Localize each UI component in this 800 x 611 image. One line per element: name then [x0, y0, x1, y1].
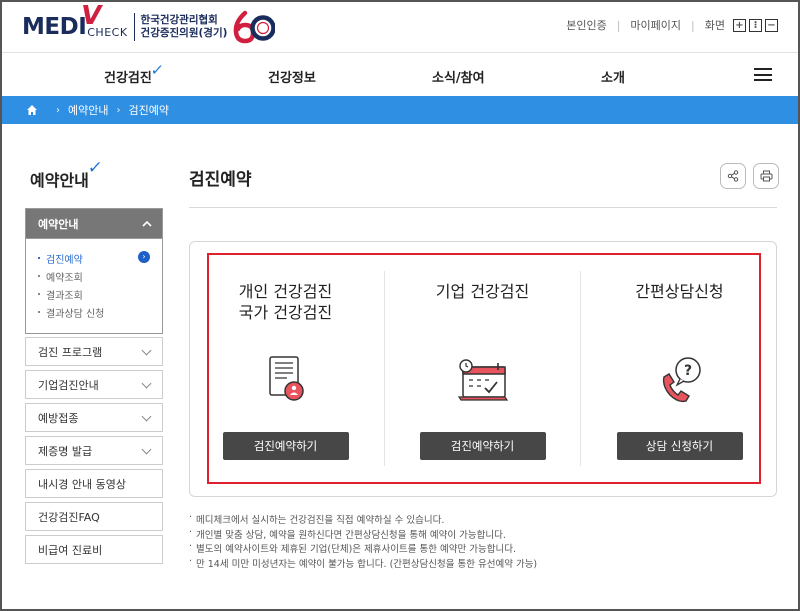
sidebar-submenu: 검진예약 › 예약조회 결과조회 결과상담 신청 — [26, 238, 162, 333]
sidebar-title: 예약안내 ✓ — [30, 158, 103, 191]
personal-reserve-button[interactable]: 검진예약하기 — [222, 432, 349, 460]
card-title-line1: 개인 건강검진 — [238, 282, 333, 301]
chevron-right-icon: › — [116, 104, 121, 116]
corporate-reserve-button[interactable]: 검진예약하기 — [419, 432, 546, 460]
chevron-down-icon — [141, 444, 152, 455]
breadcrumb-item-checkup-reservation[interactable]: 검진예약 — [128, 102, 168, 118]
logo-org-name: 한국건강관리협회 건강증진의원(경기) — [141, 14, 228, 40]
calendar-icon — [457, 359, 508, 401]
quick-consult-card: 간편상담신청 ? 상담 신청하기 — [582, 271, 777, 466]
sidebar-group-reservation: 예약안내 검진예약 › 예약조회 결과조회 결과상담 신청 — [25, 208, 163, 334]
sidebar-item-label: 비급여 진료비 — [38, 543, 103, 557]
nav-item-health-info[interactable]: 건강정보 — [268, 67, 316, 86]
sidebar-item-faq[interactable]: 건강검진FAQ — [25, 502, 163, 531]
sidebar-subitem-label: 검진예약 — [46, 255, 83, 266]
consult-request-button[interactable]: 상담 신청하기 — [616, 432, 743, 460]
utility-links: 본인인증 | 마이페이지 | 화면 + ⁝ − — [566, 17, 778, 33]
sidebar-item-label: 예방접종 — [38, 411, 79, 425]
sidebar-subitem-checkup-reservation[interactable]: 검진예약 › — [38, 251, 162, 269]
card-title-line1: 간편상담신청 — [635, 282, 724, 301]
sidebar-item-label: 내시경 안내 동영상 — [38, 477, 126, 491]
sidebar-item-checkup-program[interactable]: 검진 프로그램 — [25, 337, 163, 366]
personal-checkup-card: 개인 건강검진 국가 건강검진 검진예약하기 — [188, 271, 383, 466]
reservation-notes: 메디체크에서 실시하는 건강검진을 직접 예약하실 수 있습니다. 개인별 맞춤… — [189, 512, 537, 570]
column-divider — [580, 271, 581, 466]
mypage-link[interactable]: 마이페이지 — [630, 17, 681, 33]
sidebar-item-label: 제증명 발급 — [38, 444, 93, 458]
home-icon[interactable] — [26, 104, 38, 116]
verify-link[interactable]: 본인인증 — [566, 17, 606, 33]
sidebar-subitem-reservation-lookup[interactable]: 예약조회 — [38, 269, 162, 287]
document-user-icon — [268, 356, 304, 401]
arrow-circle-icon: › — [138, 251, 150, 263]
corporate-checkup-card: 기업 건강검진 검진예약하기 — [385, 271, 580, 466]
util-divider: | — [616, 18, 621, 32]
sidebar-item-label: 기업검진안내 — [38, 378, 99, 392]
sidebar-check-mark: ✓ — [86, 158, 104, 178]
logo-org-line1: 한국건강관리협회 — [140, 14, 218, 26]
sidebar-item-vaccination[interactable]: 예방접종 — [25, 403, 163, 432]
nav-check-mark: ✓ — [150, 61, 166, 79]
breadcrumb-item-reservation-guide[interactable]: 예약안내 — [68, 102, 108, 118]
sidebar-group-label: 예약안내 — [38, 217, 79, 231]
chevron-down-icon — [141, 345, 152, 356]
menu-icon[interactable] — [754, 68, 772, 81]
sidebar-subitem-result-consult[interactable]: 결과상담 신청 — [38, 305, 162, 323]
logo-medi-text: MEDI — [22, 14, 87, 40]
sidebar-item-endoscopy-video[interactable]: 내시경 안내 동영상 — [25, 469, 163, 498]
chevron-up-icon — [142, 220, 152, 227]
sidebar-subitem-result-lookup[interactable]: 결과조회 — [38, 287, 162, 305]
note-item: 별도의 예약사이트와 제휴된 기업(단체)은 제휴사이트를 통한 예약만 가능합… — [189, 541, 537, 556]
svg-text:?: ? — [683, 363, 691, 379]
sidebar-item-label: 검진 프로그램 — [38, 345, 103, 359]
print-icon — [760, 170, 772, 182]
share-icon — [727, 170, 739, 182]
card-title: 개인 건강검진 국가 건강검진 — [188, 281, 383, 323]
nav-item-about[interactable]: 소개 — [601, 67, 625, 86]
zoom-reset-button[interactable]: ⁝ — [749, 18, 762, 32]
zoom-in-button[interactable]: + — [733, 18, 746, 32]
screen-size-label: 화면 — [704, 19, 725, 32]
top-header: MEDI V CHECK 한국건강관리협회 건강증진의원(경기) 본인인증 | … — [0, 0, 800, 53]
chevron-right-icon: › — [56, 104, 60, 116]
zoom-out-button[interactable]: − — [765, 18, 778, 32]
sidebar-item-corporate-checkup[interactable]: 기업검진안내 — [25, 370, 163, 399]
sidebar-item-label: 건강검진FAQ — [38, 510, 100, 524]
card-title-line2: 국가 건강검진 — [238, 303, 333, 322]
share-button[interactable] — [720, 163, 746, 189]
title-divider — [189, 207, 777, 208]
main-nav: 건강검진 ✓ 건강정보 소식/참여 소개 — [0, 54, 800, 96]
phone-question-icon: ? — [662, 357, 701, 403]
card-title: 기업 건강검진 — [385, 281, 580, 302]
page-title: 검진예약 — [189, 170, 252, 190]
note-item: 메디체크에서 실시하는 건강검진을 직접 예약하실 수 있습니다. — [189, 512, 537, 527]
nav-item-news[interactable]: 소식/참여 — [432, 67, 485, 86]
card-title: 간편상담신청 — [582, 281, 777, 302]
note-item: 개인별 맞춤 상담, 예약을 원하신다면 간편상담신청을 통해 예약이 가능합니… — [189, 527, 537, 542]
nav-item-label: 건강검진 — [104, 71, 152, 86]
chevron-down-icon — [141, 378, 152, 389]
anniversary-60-emblem — [234, 10, 276, 44]
note-item: 만 14세 미만 미성년자는 예약이 불가능 합니다. (간편상담신청을 통한 … — [189, 556, 537, 571]
util-divider: | — [691, 18, 695, 32]
card-title-line1: 기업 건강검진 — [435, 282, 530, 301]
chevron-down-icon — [141, 411, 152, 422]
sidebar-title-text: 예약안내 — [30, 171, 89, 190]
sidebar-item-non-covered-fees[interactable]: 비급여 진료비 — [25, 535, 163, 564]
logo-divider — [133, 13, 135, 41]
site-logo[interactable]: MEDI V CHECK 한국건강관리협회 건강증진의원(경기) — [22, 1, 276, 44]
sidebar-group-header[interactable]: 예약안내 — [26, 209, 162, 238]
print-button[interactable] — [753, 163, 779, 189]
sidebar-item-certificate[interactable]: 제증명 발급 — [25, 436, 163, 465]
breadcrumb: › 예약안내 › 검진예약 — [0, 96, 800, 124]
nav-item-health-checkup[interactable]: 건강검진 ✓ — [104, 61, 165, 86]
logo-org-line2: 건강증진의원(경기) — [140, 27, 228, 39]
